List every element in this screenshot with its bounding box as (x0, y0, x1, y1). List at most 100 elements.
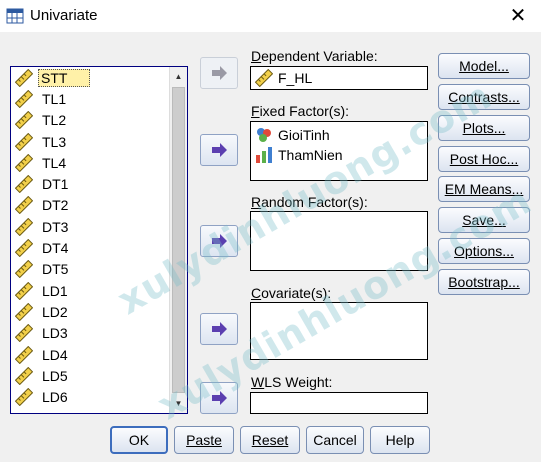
variable-name: TL3 (42, 133, 67, 150)
fixed-factor-item[interactable]: ThamNien (251, 145, 427, 165)
scale-ruler-icon (15, 68, 33, 87)
variable-item[interactable]: TL2 (11, 110, 169, 131)
move-to-wls-weight-button[interactable] (200, 382, 238, 414)
variable-name: LD4 (42, 346, 68, 363)
contrasts-button[interactable]: Contrasts... (438, 84, 530, 110)
ok-button[interactable]: OK (110, 426, 168, 454)
right-arrow-icon (212, 143, 227, 157)
scale-ruler-icon (15, 345, 33, 364)
scroll-thumb[interactable] (172, 87, 185, 393)
scale-ruler-icon (15, 302, 33, 321)
variable-name: TL4 (42, 154, 67, 171)
options-button[interactable]: Options... (438, 238, 530, 264)
covariate-list[interactable] (250, 302, 428, 360)
variable-name: TL1 (42, 90, 67, 107)
variable-name: STT (38, 68, 91, 87)
spss-app-icon (6, 8, 24, 24)
scale-ruler-icon (15, 153, 33, 172)
variable-item[interactable]: DT5 (11, 259, 169, 280)
post-hoc-button[interactable]: Post Hoc... (438, 146, 530, 172)
scale-ruler-icon (15, 281, 33, 300)
right-arrow-icon (212, 66, 227, 80)
variable-item[interactable]: LD2 (11, 301, 169, 322)
variable-list[interactable]: STT TL1 TL2 TL3 TL4 DT1 DT2 DT3 DT4 DT5 LD1 LD2 LD3 L… (10, 66, 188, 414)
help-button[interactable]: Help (370, 426, 430, 454)
scale-ruler-icon (255, 69, 273, 87)
variable-item[interactable]: LD1 (11, 280, 169, 301)
window-title: Univariate (30, 7, 98, 24)
scroll-up-arrow-icon[interactable]: ▲ (171, 69, 186, 84)
wls-weight-label: WLS Weight: (251, 374, 333, 390)
right-arrow-icon (212, 391, 227, 405)
fixed-factor-list[interactable]: GioiTinh ThamNien (250, 121, 428, 181)
reset-button[interactable]: Reset (240, 426, 300, 454)
variable-item[interactable]: DT3 (11, 216, 169, 237)
scale-ruler-icon (15, 239, 33, 258)
fixed-factor-name: GioiTinh (278, 127, 330, 143)
scale-ruler-icon (15, 175, 33, 194)
plots-button[interactable]: Plots... (438, 115, 530, 141)
variable-name: DT5 (42, 261, 69, 278)
variable-item[interactable]: TL4 (11, 152, 169, 173)
variable-item[interactable]: TL3 (11, 131, 169, 152)
variable-item[interactable]: STT (11, 67, 169, 88)
variable-item[interactable]: LD3 (11, 323, 169, 344)
scale-ruler-icon (15, 89, 33, 108)
dependent-variable-value: F_HL (278, 70, 313, 86)
variable-item[interactable]: TL1 (11, 88, 169, 109)
scale-ruler-icon (15, 132, 33, 151)
move-to-covariate-button[interactable] (200, 313, 238, 345)
scale-ruler-icon (15, 111, 33, 130)
dependent-variable-item[interactable]: F_HL (251, 67, 427, 89)
variable-name: DT1 (42, 176, 69, 193)
nominal-variable-icon (257, 128, 271, 142)
variable-item[interactable]: LD6 (11, 386, 169, 407)
right-arrow-icon (212, 322, 227, 336)
variable-name: LD3 (42, 325, 68, 342)
random-factor-label: Random Factor(s): (251, 194, 368, 210)
scale-ruler-icon (15, 260, 33, 279)
variable-item[interactable]: DT4 (11, 237, 169, 258)
variable-item[interactable]: DT1 (11, 173, 169, 194)
bootstrap-button[interactable]: Bootstrap... (438, 269, 530, 295)
variable-list-items: STT TL1 TL2 TL3 TL4 DT1 DT2 DT3 DT4 DT5 LD1 LD2 LD3 L… (11, 67, 169, 413)
dependent-variable-field[interactable]: F_HL (250, 66, 428, 90)
variable-item[interactable]: DT2 (11, 195, 169, 216)
title-bar: Univariate ✕ (0, 0, 541, 32)
ordinal-variable-icon (256, 147, 272, 163)
fixed-factor-item[interactable]: GioiTinh (251, 125, 427, 145)
scale-ruler-icon (15, 388, 33, 407)
right-arrow-icon (212, 234, 227, 248)
variable-name: DT4 (42, 240, 69, 257)
variable-item[interactable]: LD4 (11, 344, 169, 365)
scale-ruler-icon (15, 217, 33, 236)
variable-item[interactable]: LD5 (11, 365, 169, 386)
fixed-factor-label: Fixed Factor(s): (251, 103, 350, 119)
variable-name: LD6 (42, 389, 68, 406)
variable-name: LD1 (42, 282, 68, 299)
scroll-down-arrow-icon[interactable]: ▼ (171, 396, 186, 411)
paste-button[interactable]: Paste (174, 426, 234, 454)
scale-ruler-icon (15, 324, 33, 343)
variable-name: LD5 (42, 367, 68, 384)
variable-list-scrollbar[interactable]: ▲ ▼ (169, 67, 187, 413)
move-to-random-factor-button[interactable] (200, 225, 238, 257)
variable-name: DT3 (42, 218, 69, 235)
fixed-factor-name: ThamNien (278, 147, 343, 163)
cancel-button[interactable]: Cancel (306, 426, 364, 454)
variable-name: DT2 (42, 197, 69, 214)
model-button[interactable]: Model... (438, 53, 530, 79)
scale-ruler-icon (15, 196, 33, 215)
wls-weight-field[interactable] (250, 392, 428, 414)
save-button[interactable]: Save... (438, 207, 530, 233)
random-factor-list[interactable] (250, 211, 428, 271)
em-means-button[interactable]: EM Means... (438, 176, 530, 202)
variable-name: LD2 (42, 303, 68, 320)
move-to-dependent-button[interactable] (200, 57, 238, 89)
close-button[interactable]: ✕ (495, 0, 541, 32)
dependent-variable-label: Dependent Variable: (251, 48, 378, 64)
covariate-label: Covariate(s): (251, 285, 332, 301)
variable-name: TL2 (42, 112, 67, 129)
move-to-fixed-factor-button[interactable] (200, 134, 238, 166)
scale-ruler-icon (15, 366, 33, 385)
